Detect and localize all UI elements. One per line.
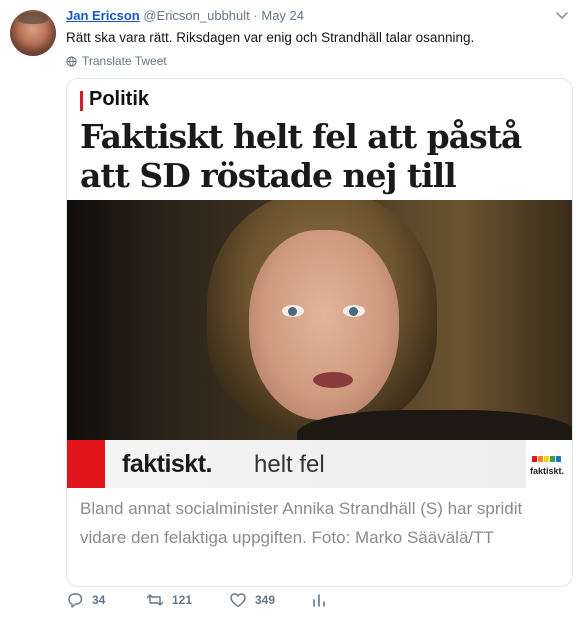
separator-dot: · xyxy=(253,8,258,23)
card-caption: Bland annat socialminister Annika Strand… xyxy=(80,499,523,547)
section-marker xyxy=(80,91,83,111)
globe-icon xyxy=(66,55,77,67)
like-count: 349 xyxy=(255,593,276,607)
analytics-icon xyxy=(313,594,325,607)
section-label: Politik xyxy=(89,88,150,110)
logo-bar-yellow xyxy=(544,456,549,462)
like-button[interactable]: 349 xyxy=(229,591,275,609)
faktiskt-logo: faktiskt. xyxy=(526,440,572,488)
logo-text: faktiskt. xyxy=(530,466,565,476)
avatar[interactable] xyxy=(10,10,56,56)
logo-bar-orange xyxy=(538,456,543,462)
reply-count: 34 xyxy=(92,593,106,607)
analytics-button[interactable] xyxy=(310,591,328,609)
logo-color-bars xyxy=(532,456,561,462)
tweet-text: Rätt ska vara rätt. Riksdagen var enig o… xyxy=(66,30,475,45)
chevron-down-icon[interactable] xyxy=(555,8,569,22)
translate-label: Translate Tweet xyxy=(82,54,167,68)
logo-bar-blue xyxy=(556,456,561,462)
photo-mouth xyxy=(313,372,353,388)
heart-icon xyxy=(230,593,246,608)
faktiskt-banner: faktiskt. helt fel faktiskt. xyxy=(67,440,572,488)
photo-eye-right xyxy=(343,305,365,317)
translate-tweet-link[interactable]: Translate Tweet xyxy=(66,54,167,68)
retweet-button[interactable]: 121 xyxy=(146,591,192,609)
reply-button[interactable]: 34 xyxy=(66,591,105,609)
reply-icon xyxy=(68,593,83,608)
tweet-header: Jan Ericson @Ericson_ubbhult · May 24 xyxy=(66,8,304,23)
card-header: Politik Faktiskt helt fel att påstå att … xyxy=(67,79,572,234)
card-photo xyxy=(67,200,572,440)
logo-bar-red xyxy=(532,456,537,462)
banner-red-block xyxy=(67,440,105,488)
tweet-date[interactable]: May 24 xyxy=(261,8,304,23)
author-name[interactable]: Jan Ericson xyxy=(66,8,140,23)
photo-face xyxy=(249,230,399,420)
link-card[interactable]: Politik Faktiskt helt fel att påstå att … xyxy=(66,78,573,587)
author-handle[interactable]: @Ericson_ubbhult xyxy=(143,8,249,23)
photo-shoulder xyxy=(297,410,572,440)
banner-brand: faktiskt. xyxy=(122,450,212,478)
photo-eye-left xyxy=(282,305,304,317)
retweet-icon xyxy=(146,594,164,606)
retweet-count: 121 xyxy=(172,593,193,607)
logo-bar-green xyxy=(550,456,555,462)
banner-subtitle: helt fel xyxy=(254,451,325,478)
